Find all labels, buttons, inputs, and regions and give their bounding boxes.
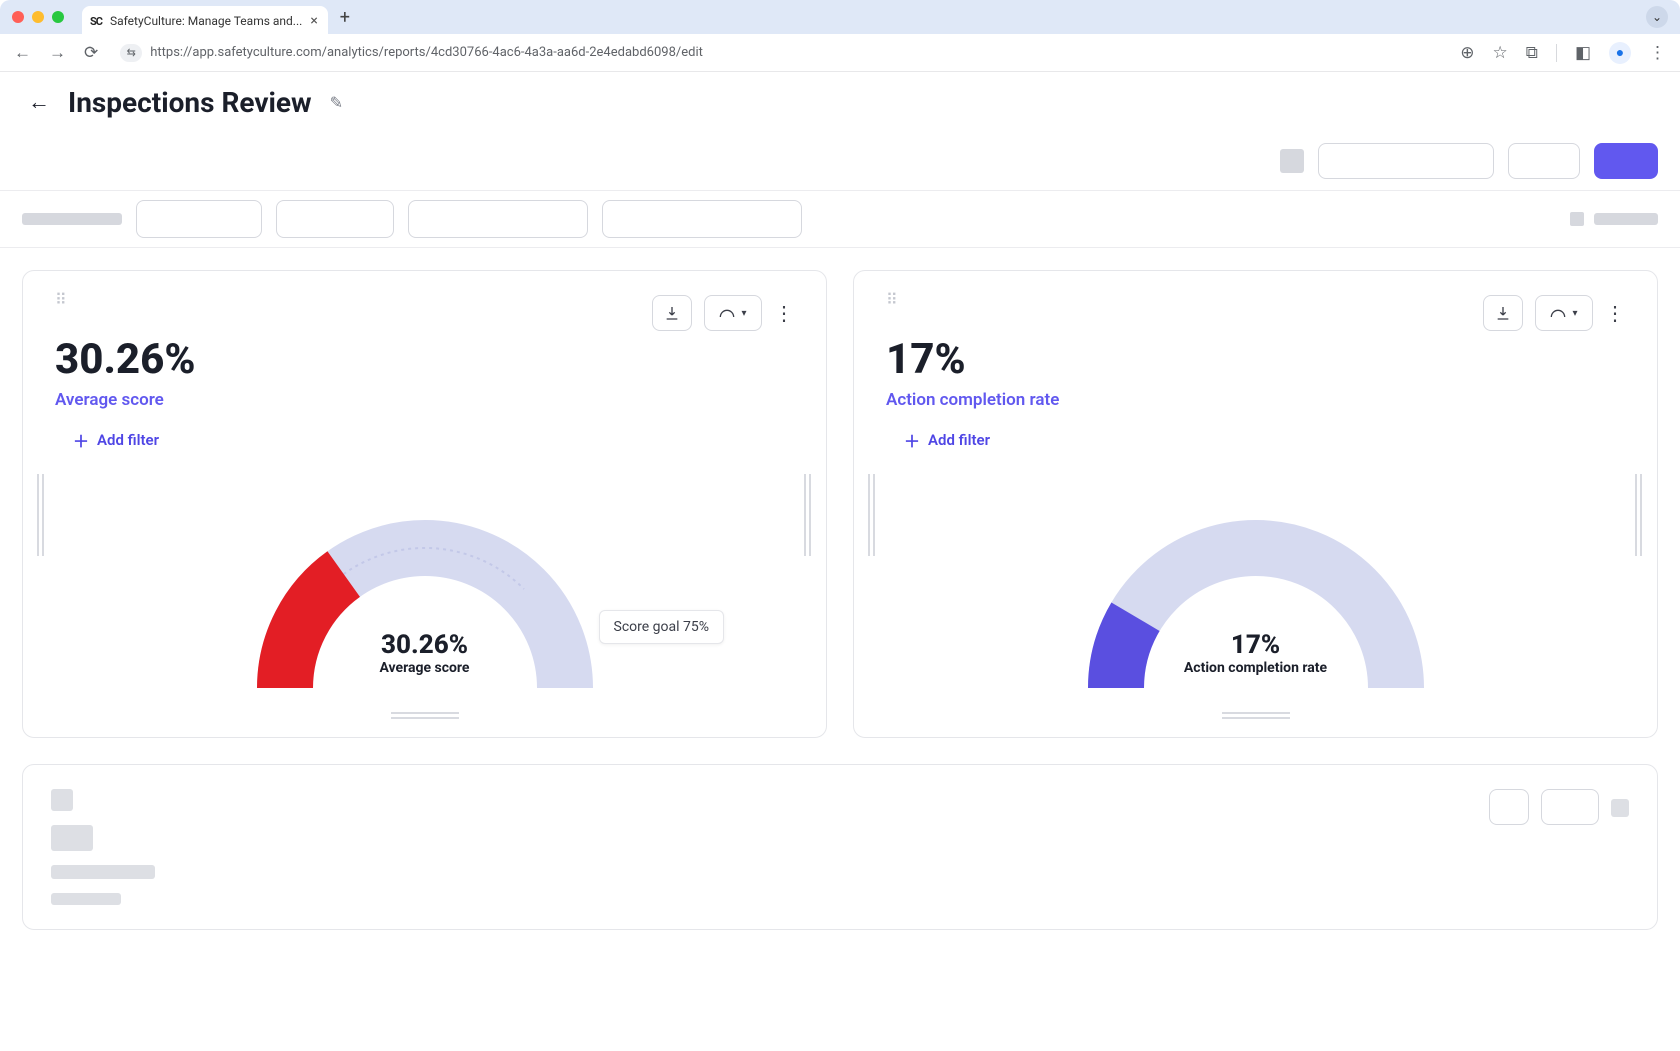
filter-chip-4[interactable] bbox=[602, 200, 802, 238]
plus-icon: ＋ bbox=[73, 428, 89, 452]
add-filter-button[interactable]: ＋ Add filter bbox=[73, 428, 794, 452]
download-icon bbox=[1495, 305, 1511, 321]
card-skeleton bbox=[22, 764, 1658, 930]
gauge-chart-action-completion: 17% Action completion rate bbox=[886, 468, 1625, 698]
download-button[interactable] bbox=[652, 295, 692, 331]
action-bar-primary-button[interactable] bbox=[1594, 143, 1658, 179]
skeleton-sublabel bbox=[51, 893, 121, 905]
filter-chip-2[interactable] bbox=[276, 200, 394, 238]
minimize-window-icon[interactable] bbox=[32, 11, 44, 23]
action-bar-button-1[interactable] bbox=[1318, 143, 1494, 179]
resize-handle-left[interactable] bbox=[37, 474, 45, 556]
skeleton-value bbox=[51, 825, 93, 851]
page-title: Inspections Review bbox=[68, 86, 312, 119]
skeleton-button-2[interactable] bbox=[1541, 789, 1599, 825]
drag-handle-icon[interactable]: ⠿ bbox=[886, 295, 900, 305]
gauge-value: 30.26% bbox=[379, 630, 469, 660]
card-menu-icon[interactable]: ⋮ bbox=[774, 301, 794, 325]
metric-label[interactable]: Average score bbox=[55, 390, 794, 410]
resize-handle-right[interactable] bbox=[1635, 474, 1643, 556]
tabs-dropdown-icon[interactable]: ⌄ bbox=[1646, 6, 1668, 28]
edit-title-icon[interactable]: ✎ bbox=[330, 93, 343, 112]
nav-forward-icon[interactable]: → bbox=[49, 43, 66, 63]
close-window-icon[interactable] bbox=[12, 11, 24, 23]
browser-menu-icon[interactable]: ⋮ bbox=[1649, 43, 1666, 63]
filter-bar bbox=[0, 190, 1680, 248]
skeleton-icon bbox=[51, 789, 73, 811]
gauge-icon bbox=[1550, 307, 1566, 319]
skeleton-label bbox=[51, 865, 155, 879]
filter-bar-label-skeleton bbox=[22, 213, 122, 225]
add-filter-label: Add filter bbox=[928, 431, 990, 449]
sidepanel-icon[interactable]: ◧ bbox=[1575, 43, 1591, 63]
visibility-dropdown-button[interactable]: ▾ bbox=[1535, 295, 1593, 331]
address-bar[interactable]: ⇆ https://app.safetyculture.com/analytic… bbox=[120, 44, 703, 62]
visibility-dropdown-button[interactable]: ▾ bbox=[704, 295, 762, 331]
skeleton-button-1[interactable] bbox=[1489, 789, 1529, 825]
card-menu-icon[interactable]: ⋮ bbox=[1605, 301, 1625, 325]
gauge-goal-tooltip: Score goal 75% bbox=[599, 610, 724, 644]
download-button[interactable] bbox=[1483, 295, 1523, 331]
dashboard-grid: ⠿ ▾ ⋮ 30.26% Average score ＋ Add filter bbox=[0, 248, 1680, 952]
tab-close-icon[interactable]: × bbox=[310, 13, 317, 29]
add-filter-button[interactable]: ＋ Add filter bbox=[904, 428, 1625, 452]
gauge-value: 17% bbox=[1184, 630, 1327, 660]
metric-value: 17% bbox=[886, 335, 1625, 384]
gauge-chart-average-score: 30.26% Average score Score goal 75% bbox=[55, 468, 794, 698]
browser-tab[interactable]: SC SafetyCulture: Manage Teams and... × bbox=[82, 6, 328, 36]
resize-handle-left[interactable] bbox=[868, 474, 876, 556]
bookmark-star-icon[interactable]: ☆ bbox=[1493, 43, 1508, 63]
resize-handle-bottom[interactable] bbox=[1222, 712, 1290, 719]
tab-favicon: SC bbox=[90, 15, 102, 28]
window-controls bbox=[12, 11, 64, 23]
zoom-icon[interactable]: ⊕ bbox=[1460, 43, 1474, 63]
resize-handle-bottom[interactable] bbox=[391, 712, 459, 719]
metric-value: 30.26% bbox=[55, 335, 794, 384]
extensions-icon[interactable]: ⧉ bbox=[1526, 43, 1538, 63]
add-filter-label: Add filter bbox=[97, 431, 159, 449]
gauge-icon bbox=[719, 307, 735, 319]
filter-chip-1[interactable] bbox=[136, 200, 262, 238]
chevron-down-icon: ▾ bbox=[741, 308, 746, 319]
page-header: ← Inspections Review ✎ bbox=[0, 72, 1680, 132]
filter-bar-right-label-skeleton bbox=[1594, 213, 1658, 225]
action-bar bbox=[0, 132, 1680, 190]
drag-handle-icon[interactable]: ⠿ bbox=[55, 295, 69, 305]
gauge-label: Action completion rate bbox=[1184, 660, 1327, 676]
skeleton-menu-icon bbox=[1611, 799, 1629, 817]
page-back-icon[interactable]: ← bbox=[28, 89, 50, 115]
nav-reload-icon[interactable]: ⟳ bbox=[84, 43, 98, 63]
profile-avatar-icon[interactable]: ● bbox=[1609, 42, 1631, 64]
tooltip-text: Score goal 75% bbox=[614, 619, 709, 635]
resize-handle-right[interactable] bbox=[804, 474, 812, 556]
tab-title: SafetyCulture: Manage Teams and... bbox=[110, 14, 302, 28]
browser-tab-strip: SC SafetyCulture: Manage Teams and... × … bbox=[0, 0, 1680, 34]
maximize-window-icon[interactable] bbox=[52, 11, 64, 23]
filter-chip-3[interactable] bbox=[408, 200, 588, 238]
plus-icon: ＋ bbox=[904, 428, 920, 452]
browser-toolbar: ← → ⟳ ⇆ https://app.safetyculture.com/an… bbox=[0, 34, 1680, 72]
nav-back-icon[interactable]: ← bbox=[14, 43, 31, 63]
download-icon bbox=[664, 305, 680, 321]
action-bar-button-2[interactable] bbox=[1508, 143, 1580, 179]
card-average-score: ⠿ ▾ ⋮ 30.26% Average score ＋ Add filter bbox=[22, 270, 827, 738]
gauge-label: Average score bbox=[379, 660, 469, 676]
site-info-icon[interactable]: ⇆ bbox=[120, 44, 142, 62]
chevron-down-icon: ▾ bbox=[1572, 308, 1577, 319]
action-bar-skeleton-icon bbox=[1280, 149, 1304, 173]
metric-label[interactable]: Action completion rate bbox=[886, 390, 1625, 410]
new-tab-button[interactable]: + bbox=[340, 7, 350, 28]
filter-bar-right-icon bbox=[1570, 212, 1584, 226]
toolbar-divider bbox=[1556, 44, 1557, 62]
url-text: https://app.safetyculture.com/analytics/… bbox=[150, 45, 703, 60]
card-action-completion-rate: ⠿ ▾ ⋮ 17% Action completion rate ＋ Add f… bbox=[853, 270, 1658, 738]
